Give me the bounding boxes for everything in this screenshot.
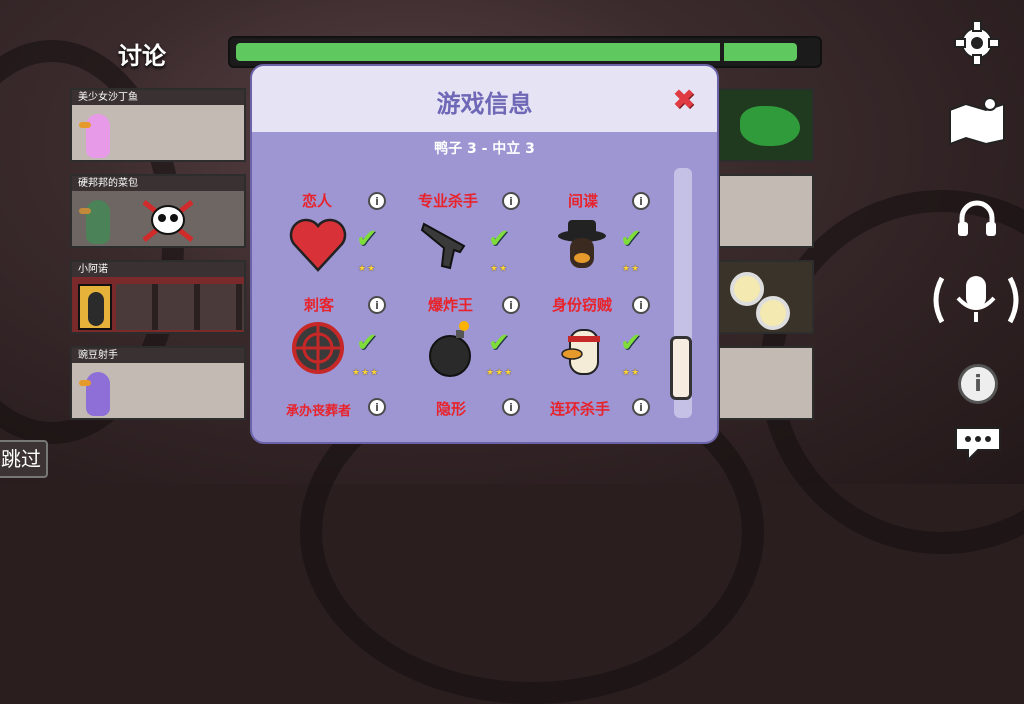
role-info-button[interactable]: i [368,398,386,416]
info-icon[interactable]: i [958,364,998,404]
chat-icon[interactable] [952,424,1004,464]
difficulty-stars: ★★★ [486,368,514,378]
role-name: 刺客 [304,296,335,314]
dialog-title: 游戏信息 [436,90,533,118]
pistol-icon [420,222,466,270]
role-name: 隐形 [436,400,467,418]
check-icon: ✔ [488,224,510,254]
player-name: 美少女沙丁鱼 [72,90,244,105]
right-card [718,88,814,162]
role-info-button[interactable]: i [632,296,650,314]
phase-title: 讨论 [118,42,166,70]
role-name: 恋人 [302,192,333,210]
difficulty-stars: ★★ [490,264,509,274]
bomb-icon [429,321,471,377]
difficulty-stars: ★★ [622,264,641,274]
role-name: 身份窃贼 [552,296,613,314]
timer-fill [236,43,797,61]
role-info-button[interactable]: i [502,192,520,210]
check-icon: ✔ [356,328,378,358]
crosshair-icon [292,322,344,374]
role-info-button[interactable]: i [502,398,520,416]
skull-row [116,284,244,330]
check-icon: ✔ [620,328,642,358]
player-name: 硬邦邦的菜包 [72,176,244,191]
player-card[interactable]: 美少女沙丁鱼 [70,88,246,162]
player-card[interactable]: 硬邦邦的菜包 [70,174,246,248]
duck-avatar [79,200,110,244]
headphones-icon[interactable] [954,196,1000,240]
game-info-dialog: 游戏信息 ✖ 鸭子 3 - 中立 3 恋人 i ✔ ★★ 专业杀手 i ✔ ★★… [250,64,719,444]
microphone-icon[interactable] [928,268,1024,332]
role-info-button[interactable]: i [502,296,520,314]
duck-avatar [79,114,110,158]
role-name: 间谍 [568,192,599,210]
check-icon: ✔ [488,328,510,358]
role-name: 专业杀手 [418,192,479,210]
check-icon: ✔ [620,224,642,254]
thief-duck-icon [561,329,600,375]
player-card[interactable]: 小阿诺 [70,260,246,334]
dead-skull-icon [142,200,194,242]
role-name: 连环杀手 [550,400,611,418]
gear-icon[interactable] [952,18,1002,68]
scrollbar-thumb[interactable] [670,336,692,400]
difficulty-stars: ★★ [622,368,641,378]
difficulty-stars: ★★ [358,264,377,274]
right-card [718,174,814,248]
spy-duck-icon [558,220,606,268]
duck-avatar [79,372,110,416]
difficulty-stars: ★★★ [352,368,380,378]
skip-button[interactable]: 跳过 [0,440,48,478]
player-card[interactable]: 豌豆射手 [70,346,246,420]
check-icon: ✔ [356,224,378,254]
map-icon[interactable] [946,96,1008,146]
duck-avatar [78,284,112,330]
close-button[interactable]: ✖ [672,86,696,114]
role-name: 承办丧葬者 [286,404,352,419]
heart-icon [289,218,347,272]
right-card [718,346,814,420]
player-name: 豌豆射手 [72,348,244,363]
role-info-button[interactable]: i [632,398,650,416]
right-card [718,260,814,334]
role-name: 爆炸王 [428,296,474,314]
role-info-button[interactable]: i [368,192,386,210]
role-info-button[interactable]: i [368,296,386,314]
team-count: 鸭子 3 - 中立 3 [434,141,535,157]
player-name: 小阿诺 [72,262,244,277]
timer-divider [720,41,724,63]
role-info-button[interactable]: i [632,192,650,210]
